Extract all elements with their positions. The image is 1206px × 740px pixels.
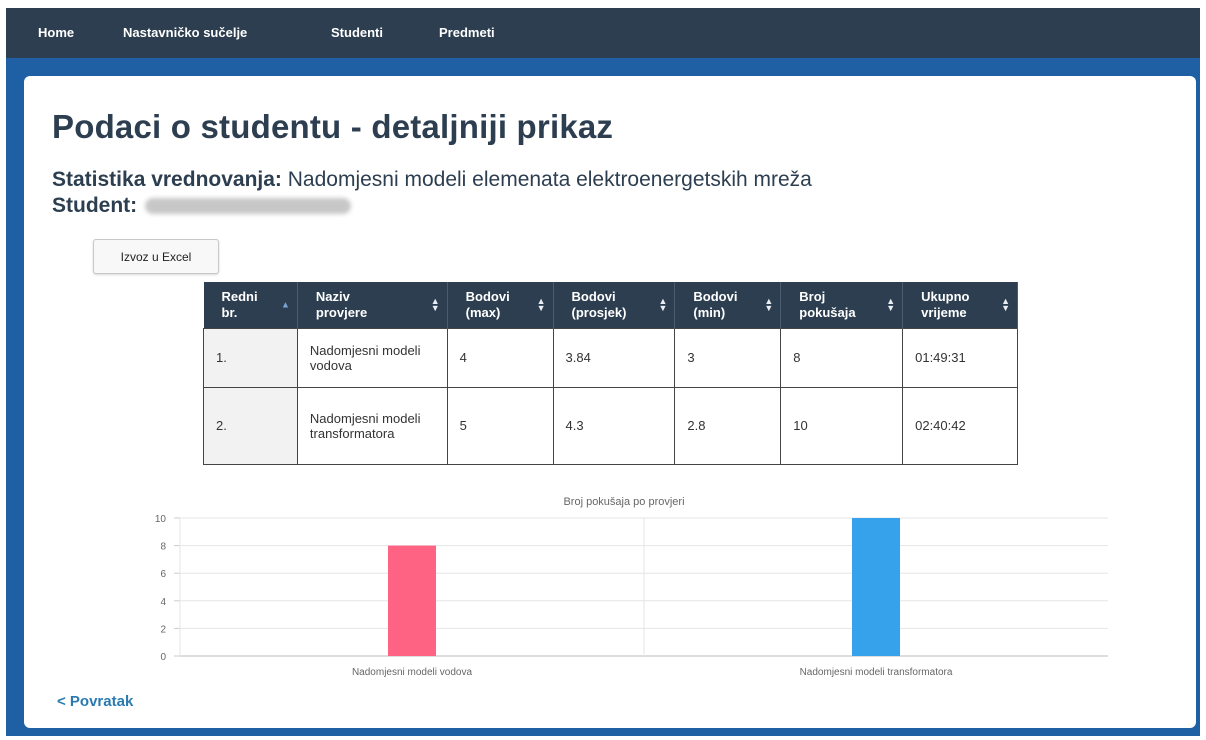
header-broj-pokusaja[interactable]: Broj pokušaja ▲ ▼ bbox=[780, 282, 904, 328]
nav-nastavnicko-sucelje[interactable]: Nastavničko sučelje bbox=[123, 25, 247, 40]
stat-line: Statistika vrednovanja: Nadomjesni model… bbox=[52, 168, 812, 192]
y-tick-label: 2 bbox=[160, 624, 166, 635]
cell-naziv-provjere: Nadomjesni modeli transformatora bbox=[296, 386, 448, 465]
sort-icon: ▲ ▼ bbox=[536, 295, 546, 313]
bar-2 bbox=[852, 518, 900, 656]
cell-bodovi-prosjek: 4.3 bbox=[552, 386, 676, 465]
header-ukupno-vrijeme[interactable]: Ukupno vrijeme ▲ ▼ bbox=[902, 282, 1018, 328]
sort-icon: ▲ ▼ bbox=[658, 295, 668, 313]
course-name: Nadomjesni modeli elemenata elektroenerg… bbox=[287, 168, 812, 191]
cell-redni-br: 2. bbox=[203, 386, 298, 465]
header-label: Broj bbox=[799, 288, 826, 304]
table-row: 1. Nadomjesni modeli vodova 4 3.84 3 8 01:49:3… bbox=[203, 327, 1018, 388]
cell-redni-br: 1. bbox=[203, 327, 298, 388]
x-tick-label: Nadomjesni modeli vodova bbox=[352, 667, 473, 678]
export-excel-button[interactable]: Izvoz u Excel bbox=[93, 239, 219, 274]
content-panel: Podaci o studentu - detaljniji prikaz St… bbox=[24, 76, 1196, 728]
cell-bodovi-min: 2.8 bbox=[674, 386, 782, 465]
header-bodovi-min[interactable]: Bodovi (min) ▲ ▼ bbox=[674, 282, 782, 328]
header-label: pokušaja bbox=[799, 304, 856, 320]
y-tick-label: 4 bbox=[160, 597, 166, 608]
header-label: (min) bbox=[693, 304, 726, 320]
cell-broj-pokusaja: 8 bbox=[780, 327, 904, 388]
student-name-redacted bbox=[145, 198, 352, 215]
y-tick-label: 0 bbox=[160, 652, 166, 663]
sort-asc-icon: ▲ bbox=[280, 299, 290, 310]
student-line: Student: bbox=[52, 194, 352, 218]
header-label: (prosjek) bbox=[571, 304, 627, 320]
header-label: provjere bbox=[315, 304, 368, 320]
cell-ukupno-vrijeme: 01:49:31 bbox=[902, 327, 1018, 388]
back-link[interactable]: < Povratak bbox=[57, 693, 133, 710]
y-tick-label: 8 bbox=[160, 542, 166, 553]
header-label: Bodovi bbox=[571, 288, 616, 304]
header-label: (max) bbox=[465, 304, 501, 320]
nav-home[interactable]: Home bbox=[38, 25, 74, 40]
sort-icon: ▲ ▼ bbox=[764, 295, 774, 313]
header-label: Redni bbox=[221, 288, 258, 304]
cell-bodovi-min: 3 bbox=[674, 327, 782, 388]
header-label: Naziv bbox=[315, 288, 350, 304]
sort-icon: ▲ ▼ bbox=[1001, 295, 1010, 313]
y-tick-label: 6 bbox=[160, 569, 166, 580]
header-redni-br[interactable]: Redni br. ▲ bbox=[203, 282, 298, 328]
page-title: Podaci o studentu - detaljniji prikaz bbox=[52, 108, 614, 145]
header-label: Bodovi bbox=[693, 288, 738, 304]
cell-naziv-provjere: Nadomjesni modeli vodova bbox=[296, 327, 448, 388]
chart-container: Broj pokušaja po provjeri 0 2 4 6 8 10 Nadomjes… bbox=[114, 484, 1114, 704]
x-tick-label: Nadomjesni modeli transformatora bbox=[800, 667, 953, 678]
y-tick-label: 10 bbox=[155, 514, 167, 525]
header-bodovi-prosjek[interactable]: Bodovi (prosjek) ▲ ▼ bbox=[553, 282, 676, 328]
nav-studenti[interactable]: Studenti bbox=[331, 25, 383, 40]
cell-bodovi-max: 4 bbox=[446, 327, 554, 388]
student-label: Student: bbox=[52, 194, 138, 217]
chart-title: Broj pokušaja po provjeri bbox=[563, 496, 684, 508]
bar-chart: Broj pokušaja po provjeri 0 2 4 6 8 10 Nadomjes… bbox=[155, 496, 1108, 678]
table-header-row: Redni br. ▲ Naziv provjere ▲ ▼ Bodovi (max) ▲ ▼ Bod… bbox=[203, 282, 1018, 328]
stat-label: Statistika vrednovanja: bbox=[52, 168, 282, 191]
cell-bodovi-prosjek: 3.84 bbox=[552, 327, 676, 388]
sort-icon: ▲ ▼ bbox=[430, 295, 440, 313]
bar-1 bbox=[388, 545, 436, 656]
nav-predmeti[interactable]: Predmeti bbox=[439, 25, 495, 40]
app-frame: Home Nastavničko sučelje Studenti Predme… bbox=[6, 8, 1200, 736]
cell-broj-pokusaja: 10 bbox=[780, 386, 904, 465]
top-navbar: Home Nastavničko sučelje Studenti Predme… bbox=[6, 8, 1200, 58]
header-bodovi-max[interactable]: Bodovi (max) ▲ ▼ bbox=[447, 282, 554, 328]
stats-table: Redni br. ▲ Naziv provjere ▲ ▼ Bodovi (max) ▲ ▼ Bod… bbox=[203, 282, 1018, 465]
sort-icon: ▲ ▼ bbox=[886, 295, 896, 313]
header-naziv-provjere[interactable]: Naziv provjere ▲ ▼ bbox=[297, 282, 448, 328]
header-label: Ukupno bbox=[921, 288, 970, 304]
header-label: Bodovi bbox=[465, 288, 510, 304]
cell-ukupno-vrijeme: 02:40:42 bbox=[902, 386, 1018, 465]
cell-bodovi-max: 5 bbox=[446, 386, 554, 465]
header-label: vrijeme bbox=[921, 304, 967, 320]
header-label: br. bbox=[221, 304, 238, 320]
table-row: 2. Nadomjesni modeli transformatora 5 4.3 2.… bbox=[203, 386, 1018, 465]
